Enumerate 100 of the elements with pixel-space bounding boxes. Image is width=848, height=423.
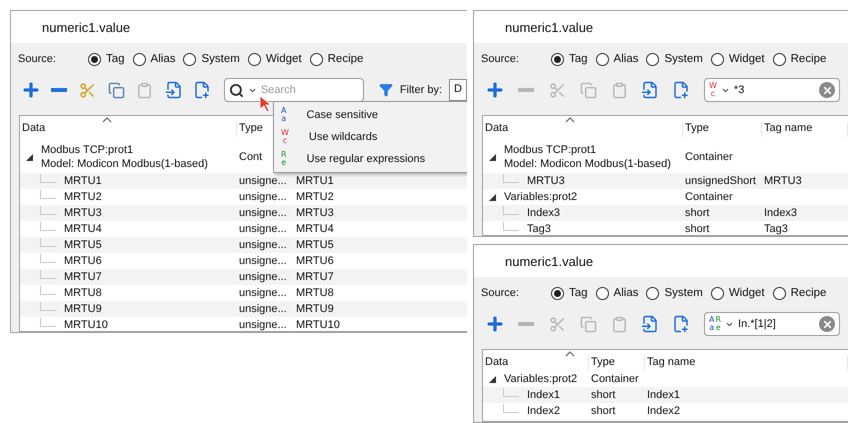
copy-icon	[580, 82, 596, 98]
sort-caret-icon	[565, 351, 575, 357]
type-text: short	[591, 404, 616, 418]
source-radio[interactable]: Tag	[551, 52, 588, 66]
source-radio[interactable]: System	[646, 286, 703, 300]
document-arrow-icon	[164, 81, 182, 99]
tree-item-sublabel: Model: Modicon Modbus(1-based)	[41, 157, 208, 171]
type-text: unsignedShort	[685, 174, 756, 188]
column-header[interactable]: Data	[20, 122, 237, 137]
dialog-title: numeric1.value	[42, 20, 130, 34]
type-text: short	[591, 388, 616, 402]
document-plus-icon	[672, 81, 690, 99]
type-text: unsigne...	[239, 302, 287, 316]
source-radio[interactable]: Widget	[248, 52, 302, 66]
document-plus-icon	[193, 81, 212, 99]
expand-icon[interactable]	[489, 154, 496, 160]
expand-icon[interactable]	[26, 154, 33, 160]
type-text: Container	[685, 190, 733, 204]
tag-name-text: Index3	[764, 206, 798, 220]
document-arrow-icon	[641, 81, 659, 99]
source-radio[interactable]: Tag	[88, 52, 125, 66]
type-text: unsigne...	[239, 270, 287, 284]
expand-icon[interactable]	[489, 194, 496, 200]
tree-item-label: MRTU4	[64, 222, 102, 236]
type-text: Container	[591, 372, 639, 386]
search-mode-icon: W c	[709, 82, 717, 98]
tree-item-label: Index2	[527, 404, 560, 418]
tree-item-label: MRTU1	[64, 174, 102, 188]
type-text: Cont	[239, 150, 262, 164]
tree-item-label: Variables:prot2	[504, 190, 578, 204]
tree-item-label: MRTU9	[64, 302, 102, 316]
source-radio[interactable]: Widget	[710, 286, 765, 300]
clear-button[interactable]	[819, 82, 835, 98]
column-header[interactable]: Data	[483, 122, 683, 137]
tree-item-label: Index1	[527, 388, 560, 402]
type-text: short	[685, 222, 710, 235]
source-radio[interactable]: Alias	[132, 52, 176, 66]
source-radio[interactable]: System	[646, 52, 703, 66]
expand-icon[interactable]	[489, 376, 496, 382]
source-radio[interactable]: Recipe	[772, 52, 826, 66]
column-header[interactable]: Tag name	[762, 122, 848, 137]
column-header[interactable]: Type	[683, 122, 762, 137]
type-text: unsigne...	[239, 286, 287, 300]
tree-item-label: Modbus TCP:prot1	[41, 143, 134, 157]
tag-name-text: MRTU8	[296, 286, 334, 300]
tag-name-text: Index2	[647, 404, 680, 418]
type-text: Container	[685, 150, 733, 164]
filter-icon	[378, 83, 393, 97]
source-radio[interactable]: System	[183, 52, 240, 66]
source-radio[interactable]: Recipe	[772, 286, 826, 300]
tree-item-label: MRTU10	[64, 318, 108, 331]
type-text: unsigne...	[239, 190, 287, 204]
tree-item-label: MRTU3	[527, 174, 565, 188]
tree-item-label: MRTU5	[64, 238, 102, 252]
dialog-title: numeric1.value	[505, 254, 594, 268]
source-radio[interactable]: Widget	[710, 52, 765, 66]
clipboard-icon	[136, 82, 154, 98]
type-text: unsigne...	[239, 238, 287, 252]
cursor-icon	[259, 95, 273, 113]
tree-item-label: MRTU3	[64, 206, 102, 220]
search-field[interactable]: W c *3	[704, 78, 840, 102]
filter-label: Filter by:	[400, 84, 442, 96]
tree-item-label: Variables:prot2	[504, 372, 578, 386]
copy-icon	[108, 82, 125, 98]
scissors-icon	[548, 82, 566, 98]
tag-name-text: MRTU9	[296, 302, 334, 316]
close-icon	[822, 318, 832, 330]
search-field[interactable]: A a R e In.*[1|2]	[704, 312, 840, 336]
tag-name-text: MRTU4	[296, 222, 334, 236]
clear-button[interactable]	[819, 316, 835, 332]
tag-name-text: MRTU6	[296, 254, 334, 268]
menu-item[interactable]: R e Use regular expressions	[274, 148, 467, 170]
add-icon	[485, 314, 505, 334]
source-label: Source:	[481, 287, 520, 299]
tree-item-label: MRTU7	[64, 270, 102, 284]
document-arrow-icon	[641, 315, 659, 333]
type-text: short	[685, 206, 710, 220]
tree-item-sublabel: Model: Modicon Modbus(1-based)	[504, 157, 671, 171]
type-text: unsigne...	[239, 318, 287, 331]
tree-item-label: Tag3	[527, 222, 551, 235]
tag-name-text: MRTU3	[764, 174, 802, 188]
tag-name-text: MRTU2	[296, 190, 334, 204]
source-radio[interactable]: Alias	[596, 52, 638, 66]
scissors-icon	[548, 316, 566, 332]
search-mode-icon: A a R e	[709, 316, 722, 332]
tag-name-text: MRTU3	[296, 206, 334, 220]
tree-item-label: Index3	[527, 206, 560, 220]
tree-item-label: MRTU2	[64, 190, 102, 204]
tag-name-text: MRTU10	[296, 318, 340, 331]
type-text: unsigne...	[239, 206, 287, 220]
document-plus-icon	[672, 315, 690, 333]
source-radio[interactable]: Recipe	[310, 52, 364, 66]
type-text: unsigne...	[239, 174, 287, 188]
copy-icon	[580, 316, 596, 332]
source-radio[interactable]: Tag	[551, 286, 588, 300]
source-radio[interactable]: Alias	[596, 286, 638, 300]
filter-dropdown[interactable]: D	[449, 79, 467, 101]
clipboard-icon	[610, 316, 628, 332]
mode-icon: R e	[281, 151, 287, 167]
source-label: Source:	[18, 53, 57, 65]
